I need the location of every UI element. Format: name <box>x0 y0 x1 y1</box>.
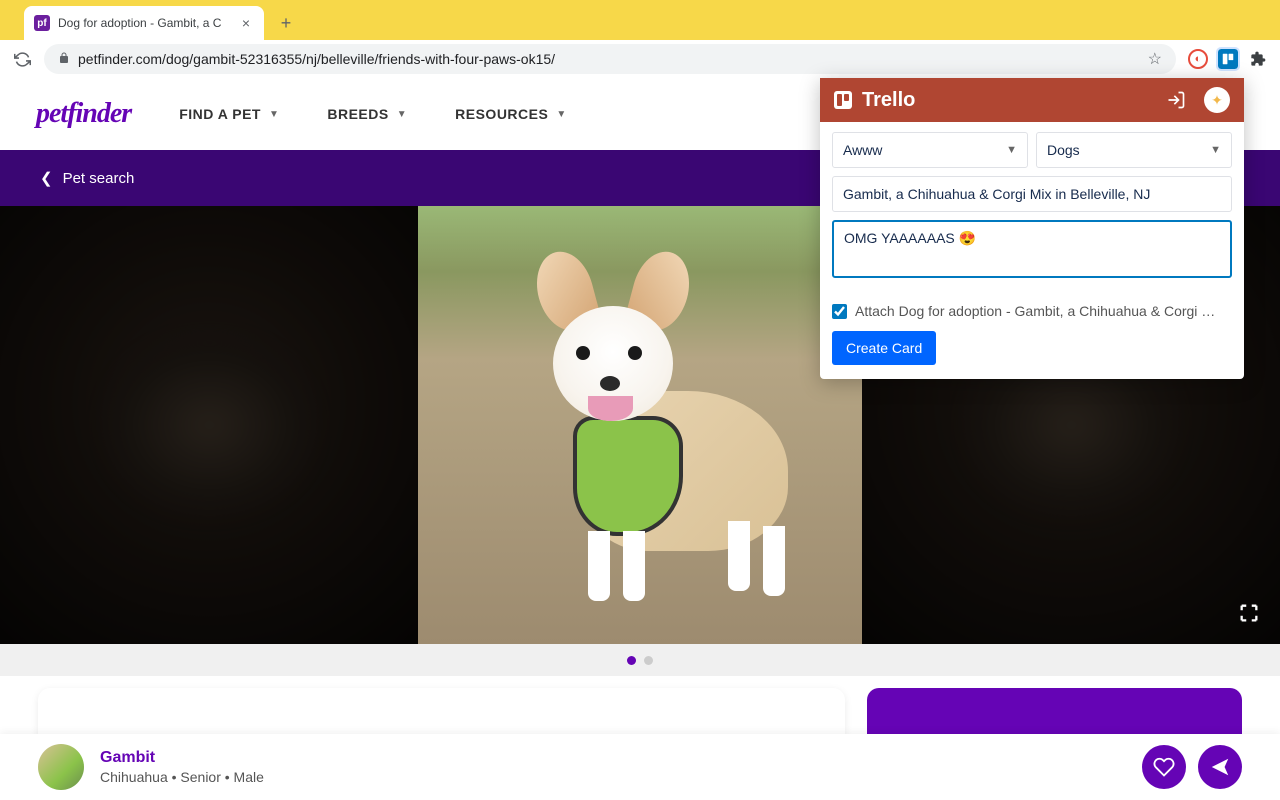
create-card-button[interactable]: Create Card <box>832 331 936 365</box>
bookmark-star-icon[interactable]: ☆ <box>1148 49 1162 69</box>
gallery-dots <box>0 644 1280 676</box>
board-select[interactable]: Awww ▼ <box>832 132 1028 168</box>
lock-icon <box>58 52 70 67</box>
gallery-dot-2[interactable] <box>644 656 653 665</box>
card-title-input[interactable] <box>832 176 1232 212</box>
favorite-button[interactable] <box>1142 745 1186 789</box>
tab-favicon: pf <box>34 15 50 31</box>
tab-title: Dog for adoption - Gambit, a C <box>58 16 230 30</box>
gallery-dot-1[interactable] <box>627 656 636 665</box>
trello-title: Trello <box>862 89 1156 112</box>
sticky-footer: Gambit Chihuahua • Senior • Male <box>0 734 1280 800</box>
pet-meta: Chihuahua • Senior • Male <box>100 769 264 785</box>
chevron-down-icon: ▼ <box>1006 144 1017 156</box>
trello-extension-icon[interactable] <box>1218 49 1238 69</box>
url-text: petfinder.com/dog/gambit-52316355/nj/bel… <box>78 51 1140 67</box>
share-button[interactable] <box>1198 745 1242 789</box>
chevron-down-icon: ▼ <box>269 109 279 120</box>
breadcrumb-back[interactable]: ❮ Pet search <box>40 169 134 187</box>
chevron-down-icon: ▼ <box>556 109 566 120</box>
trello-popup: Trello ✦ Awww ▼ Dogs ▼ <box>820 78 1244 379</box>
attach-label: Attach Dog for adoption - Gambit, a Chih… <box>855 303 1215 319</box>
gallery-main-image[interactable] <box>418 206 862 644</box>
nav-find-a-pet[interactable]: FIND A PET ▼ <box>179 106 279 122</box>
chevron-down-icon: ▼ <box>397 109 407 120</box>
nav-breeds[interactable]: BREEDS ▼ <box>327 106 407 122</box>
list-select[interactable]: Dogs ▼ <box>1036 132 1232 168</box>
browser-tab[interactable]: pf Dog for adoption - Gambit, a C × <box>24 6 264 40</box>
close-icon[interactable]: × <box>238 15 254 31</box>
trello-header: Trello ✦ <box>820 78 1244 122</box>
trello-logo-icon <box>834 91 852 109</box>
pet-name[interactable]: Gambit <box>100 749 264 767</box>
trello-logout-icon[interactable] <box>1166 90 1186 110</box>
pet-avatar[interactable] <box>38 744 84 790</box>
expand-gallery-button[interactable] <box>1234 598 1264 628</box>
attach-checkbox[interactable] <box>832 304 847 319</box>
extension-icon-1[interactable]: ◐ <box>1188 49 1208 69</box>
extensions-menu-icon[interactable] <box>1248 49 1268 69</box>
card-description-input[interactable] <box>832 220 1232 278</box>
address-bar[interactable]: petfinder.com/dog/gambit-52316355/nj/bel… <box>44 44 1176 74</box>
new-tab-button[interactable]: + <box>272 9 300 37</box>
trello-upgrade-icon[interactable]: ✦ <box>1204 87 1230 113</box>
gallery-prev-image[interactable] <box>0 206 418 644</box>
petfinder-logo[interactable]: petfinder <box>36 98 131 130</box>
chevron-down-icon: ▼ <box>1210 144 1221 156</box>
nav-resources[interactable]: RESOURCES ▼ <box>455 106 567 122</box>
chevron-left-icon: ❮ <box>40 169 53 187</box>
reload-button[interactable] <box>12 49 32 69</box>
